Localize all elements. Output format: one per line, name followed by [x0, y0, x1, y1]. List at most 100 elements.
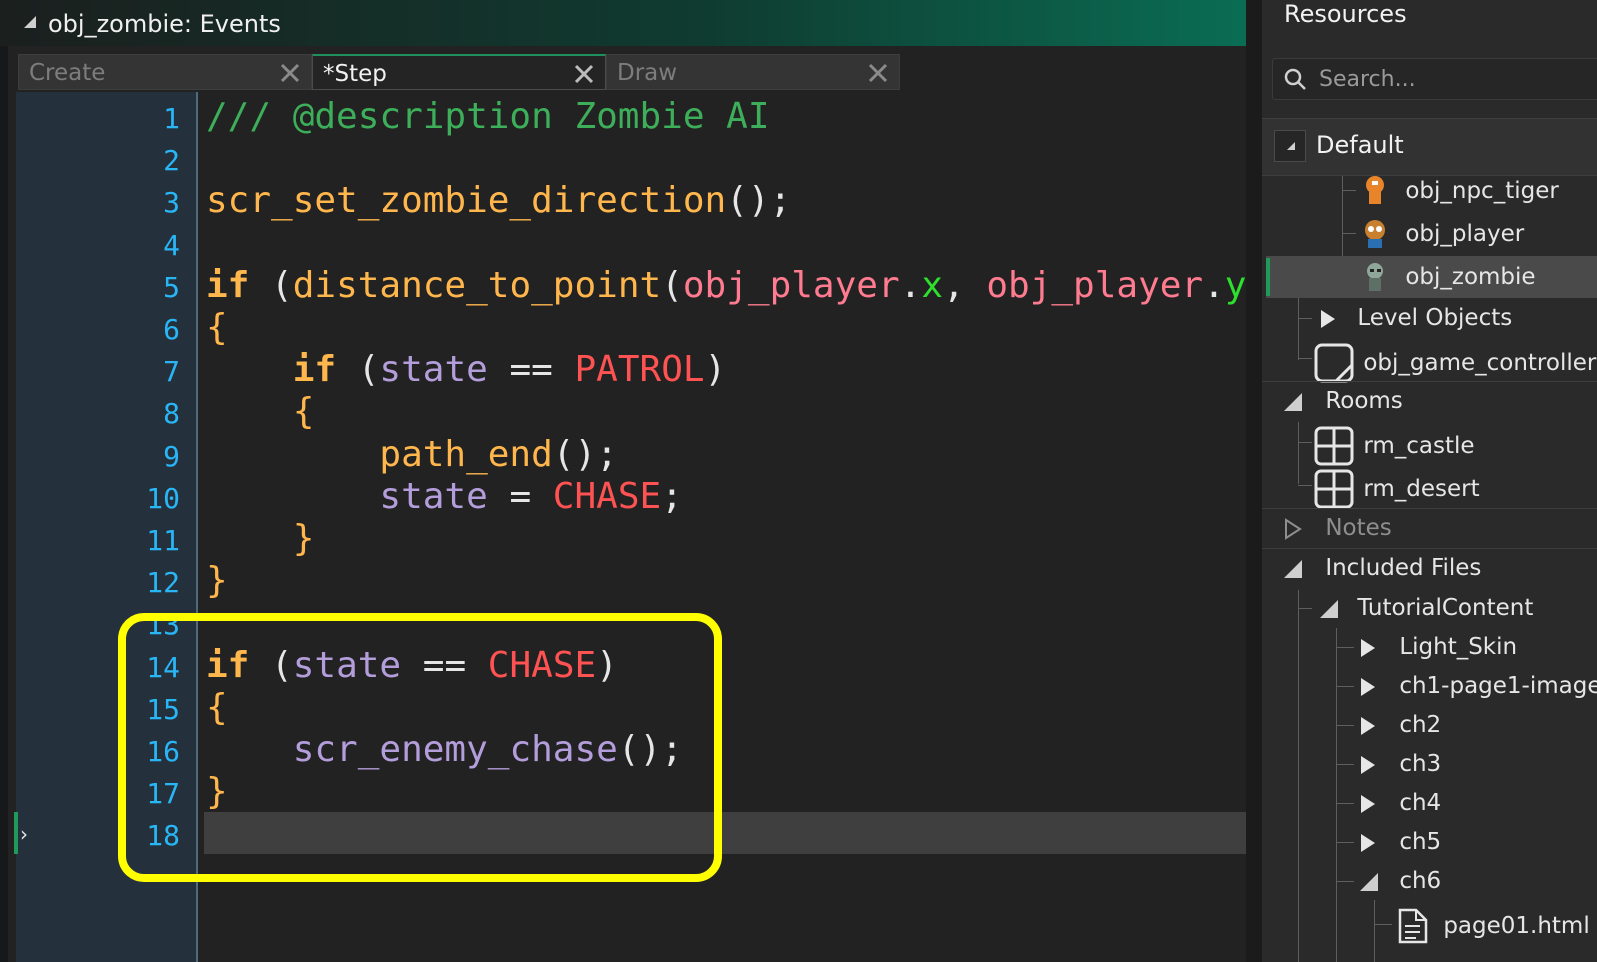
expand-arrow-icon[interactable] [1282, 517, 1304, 540]
tree-line [1374, 900, 1375, 962]
highlight-annotation-box [118, 613, 722, 882]
tree-folder-notes[interactable]: Notes [1282, 513, 1392, 543]
tree-line [1342, 233, 1356, 234]
code-line[interactable]: state = CHASE; [206, 476, 682, 518]
code-line[interactable]: if (distance_to_point(obj_player.x, obj_… [206, 265, 1246, 307]
tab-create-label: Create [29, 60, 106, 86]
expand-arrow-icon[interactable] [1358, 676, 1378, 698]
tree-folder-light-skin[interactable]: Light_Skin [1358, 632, 1517, 662]
tree-folder-included-files[interactable]: Included Files [1282, 553, 1481, 583]
close-tab-icon[interactable] [279, 62, 301, 84]
expand-arrow-icon[interactable] [1358, 637, 1378, 659]
code-token: ) [704, 349, 727, 391]
code-line[interactable]: { [206, 307, 228, 349]
tree-folder-ch3[interactable]: ch3 [1358, 749, 1441, 779]
code-token: } [206, 560, 228, 602]
line-number: 6 [163, 313, 180, 346]
tree-item-rm-desert[interactable]: rm_desert [1314, 469, 1480, 509]
tree-item-label: ch2 [1399, 712, 1442, 738]
expand-arrow-icon[interactable] [1358, 832, 1378, 854]
code-line[interactable]: scr_set_zombie_direction(); [206, 180, 791, 222]
tab-step[interactable]: *Step [312, 54, 606, 90]
tree-line [1336, 725, 1354, 726]
resource-search-box[interactable] [1272, 58, 1597, 100]
tree-line [1298, 318, 1312, 319]
collapse-triangle-icon[interactable] [1318, 598, 1340, 620]
search-input[interactable] [1317, 63, 1597, 95]
code-line[interactable]: } [206, 518, 315, 560]
collapse-triangle-icon[interactable] [1282, 391, 1304, 413]
code-token: if [206, 264, 250, 306]
tree-line [1298, 298, 1299, 360]
tree-folder-tutorial-content[interactable]: TutorialContent [1318, 593, 1533, 623]
section-divider [1262, 548, 1597, 549]
tree-line [1298, 358, 1312, 359]
tree-item-label: obj_zombie [1405, 263, 1536, 290]
expand-arrow-icon[interactable] [1358, 793, 1378, 815]
code-token: . [899, 264, 922, 306]
code-token: path_end [379, 433, 553, 475]
group-toggle-button[interactable] [1274, 130, 1306, 162]
tree-line [1336, 881, 1354, 882]
collapse-triangle-icon[interactable] [1358, 871, 1380, 893]
tree-item-obj-npc-tiger[interactable]: obj_npc_tiger [1358, 175, 1559, 205]
file-icon [1398, 908, 1428, 944]
tree-line [1342, 190, 1356, 191]
tree-folder-rooms[interactable]: Rooms [1282, 386, 1403, 416]
tree-line [1374, 924, 1392, 925]
tree-item-label: ch3 [1399, 751, 1442, 777]
tree-folder-level-objects[interactable]: Level Objects [1318, 303, 1512, 333]
tree-line [1298, 608, 1312, 609]
tree-item-obj-game-controller[interactable]: obj_game_controller [1314, 343, 1597, 383]
selected-row-marker [1266, 258, 1270, 296]
code-token: /// @description Zombie AI [206, 96, 770, 137]
tree-line [1298, 590, 1299, 962]
tree-item-label: ch6 [1399, 868, 1442, 894]
window-title-bar[interactable]: obj_zombie: Events [0, 0, 1270, 46]
group-label: Default [1316, 131, 1404, 159]
resources-panel: Resources Default obj_npc_tiger obj_play… [1246, 0, 1597, 962]
code-line[interactable]: path_end(); [206, 433, 617, 476]
code-token: } [292, 518, 315, 559]
line-number: 11 [146, 524, 180, 557]
code-token: ( [661, 264, 683, 306]
code-token: , [943, 264, 987, 306]
tab-create[interactable]: Create [18, 54, 312, 90]
tree-item-rm-castle[interactable]: rm_castle [1314, 426, 1475, 466]
code-line[interactable]: /// @description Zombie AI [206, 96, 770, 138]
tree-folder-ch4[interactable]: ch4 [1358, 788, 1441, 818]
tab-draw[interactable]: Draw [606, 54, 900, 90]
tree-folder-ch1-page1-images[interactable]: ch1-page1-images [1358, 671, 1597, 701]
collapse-triangle-icon [1287, 142, 1295, 150]
code-line[interactable]: { [206, 391, 315, 433]
tree-item-label: page01.html [1443, 912, 1590, 939]
tree-item-page01-html[interactable]: page01.html [1396, 908, 1590, 944]
tree-item-label: obj_game_controller [1363, 349, 1597, 376]
tree-item-label: obj_player [1405, 220, 1525, 247]
tree-item-label: rm_castle [1363, 432, 1475, 459]
tree-item-obj-zombie[interactable]: obj_zombie [1358, 261, 1536, 291]
close-tab-icon[interactable] [867, 62, 889, 84]
tree-folder-ch2[interactable]: ch2 [1358, 710, 1441, 740]
expand-arrow-icon[interactable] [1358, 754, 1378, 776]
room-icon [1314, 426, 1354, 466]
code-token: scr_set_zombie_direction [206, 180, 727, 222]
code-token: state [379, 349, 488, 391]
code-token: . [1203, 264, 1225, 306]
player-sprite-icon [1365, 220, 1385, 248]
close-tab-icon[interactable] [573, 63, 595, 85]
expand-arrow-icon[interactable] [1318, 308, 1338, 330]
collapse-triangle-icon[interactable] [1282, 558, 1304, 580]
tree-folder-ch5[interactable]: ch5 [1358, 827, 1441, 857]
code-line[interactable]: } [206, 560, 228, 602]
tab-step-label: *Step [323, 61, 387, 87]
resource-group-header[interactable]: Default [1262, 118, 1597, 176]
tree-item-obj-player[interactable]: obj_player [1358, 218, 1524, 248]
expand-arrow-icon[interactable] [1358, 715, 1378, 737]
tree-item-label: ch5 [1399, 829, 1442, 855]
collapse-triangle-icon[interactable] [22, 14, 38, 30]
tree-folder-ch6[interactable]: ch6 [1358, 866, 1441, 896]
code-line[interactable]: if (state == PATROL) [206, 349, 727, 391]
code-token: y [1224, 264, 1247, 306]
